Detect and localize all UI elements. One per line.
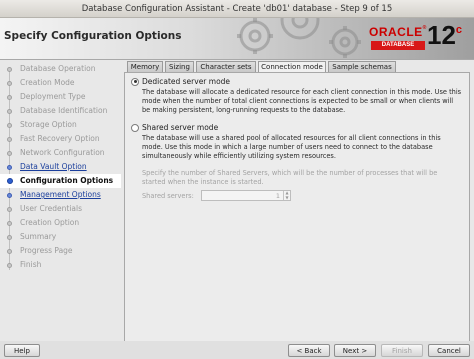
- window-title-bar: Database Configuration Assistant - Creat…: [0, 0, 474, 18]
- step-dot-icon: [7, 207, 12, 212]
- page-title: Specify Configuration Options: [4, 30, 182, 42]
- tab-character-sets[interactable]: Character sets: [196, 61, 256, 72]
- step-summary: Summary: [0, 230, 121, 244]
- step-progress-page: Progress Page: [0, 244, 121, 258]
- shared-servers-spinner[interactable]: 1 ▲ ▼: [201, 190, 291, 201]
- step-fast-recovery-option: Fast Recovery Option: [0, 132, 121, 146]
- back-button[interactable]: < Back: [288, 344, 330, 357]
- step-dot-icon: [7, 81, 12, 86]
- step-dot-icon: [7, 221, 12, 226]
- step-dot-icon: [7, 67, 12, 72]
- step-dot-icon: [7, 263, 12, 268]
- shared-server-option[interactable]: Shared server mode: [131, 123, 218, 132]
- step-dot-icon: [7, 235, 12, 240]
- cancel-button[interactable]: Cancel: [428, 344, 470, 357]
- step-dot-icon: [7, 109, 12, 114]
- step-database-identification: Database Identification: [0, 104, 121, 118]
- step-dot-icon: [7, 249, 12, 254]
- step-creation-option: Creation Option: [0, 216, 121, 230]
- version-logo: 12c: [427, 20, 463, 50]
- oracle-database-logo: ORACLE® DATABASE 12c: [369, 20, 463, 50]
- steps-navigation: Database Operation Creation Mode Deploym…: [0, 62, 121, 340]
- window-title: Database Configuration Assistant - Creat…: [81, 4, 393, 14]
- step-user-credentials: User Credentials: [0, 202, 121, 216]
- shared-servers-hint: Specify the number of Shared Servers, wh…: [142, 169, 438, 186]
- step-dot-icon: [7, 165, 12, 170]
- dedicated-server-description: The database will allocate a dedicated r…: [142, 88, 462, 114]
- shared-server-description: The database will use a shared pool of a…: [142, 134, 441, 160]
- shared-servers-value: 1: [275, 192, 280, 200]
- step-creation-mode: Creation Mode: [0, 76, 121, 90]
- connection-mode-panel: Dedicated server mode The database will …: [124, 72, 470, 342]
- next-button[interactable]: Next >: [334, 344, 376, 357]
- tab-sample-schemas[interactable]: Sample schemas: [328, 61, 396, 72]
- shared-server-label: Shared server mode: [142, 123, 219, 132]
- step-dot-icon: [7, 123, 12, 128]
- oracle-wordmark: ORACLE: [369, 25, 423, 39]
- step-dot-icon: [7, 95, 12, 100]
- step-dot-icon: [7, 193, 12, 198]
- step-finish: Finish: [0, 258, 121, 272]
- step-deployment-type: Deployment Type: [0, 90, 121, 104]
- tab-sizing[interactable]: Sizing: [165, 61, 194, 72]
- step-network-configuration: Network Configuration: [0, 146, 121, 160]
- step-management-options[interactable]: Management Options: [0, 188, 121, 202]
- step-configuration-options[interactable]: Configuration Options: [0, 174, 121, 188]
- database-label: DATABASE: [371, 41, 425, 50]
- step-current-icon: [7, 178, 13, 184]
- dedicated-server-label: Dedicated server mode: [142, 77, 231, 86]
- dedicated-server-radio[interactable]: [131, 77, 139, 86]
- step-dot-icon: [7, 137, 12, 142]
- wizard-footer: Help < Back Next > Finish Cancel: [0, 341, 474, 359]
- tab-memory[interactable]: Memory: [127, 61, 163, 72]
- header-banner: Specify Configuration Options ORACLE® DA…: [0, 18, 474, 60]
- step-database-operation: Database Operation: [0, 62, 121, 76]
- shared-server-radio[interactable]: [131, 123, 139, 132]
- step-data-vault-option[interactable]: Data Vault Option: [0, 160, 121, 174]
- dedicated-server-option[interactable]: Dedicated server mode: [131, 77, 230, 86]
- step-storage-option: Storage Option: [0, 118, 121, 132]
- shared-servers-label: Shared servers:: [142, 192, 194, 200]
- spinner-arrows-icon[interactable]: ▲ ▼: [283, 190, 290, 200]
- help-button[interactable]: Help: [4, 344, 40, 357]
- step-dot-icon: [7, 151, 12, 156]
- finish-button[interactable]: Finish: [381, 344, 423, 357]
